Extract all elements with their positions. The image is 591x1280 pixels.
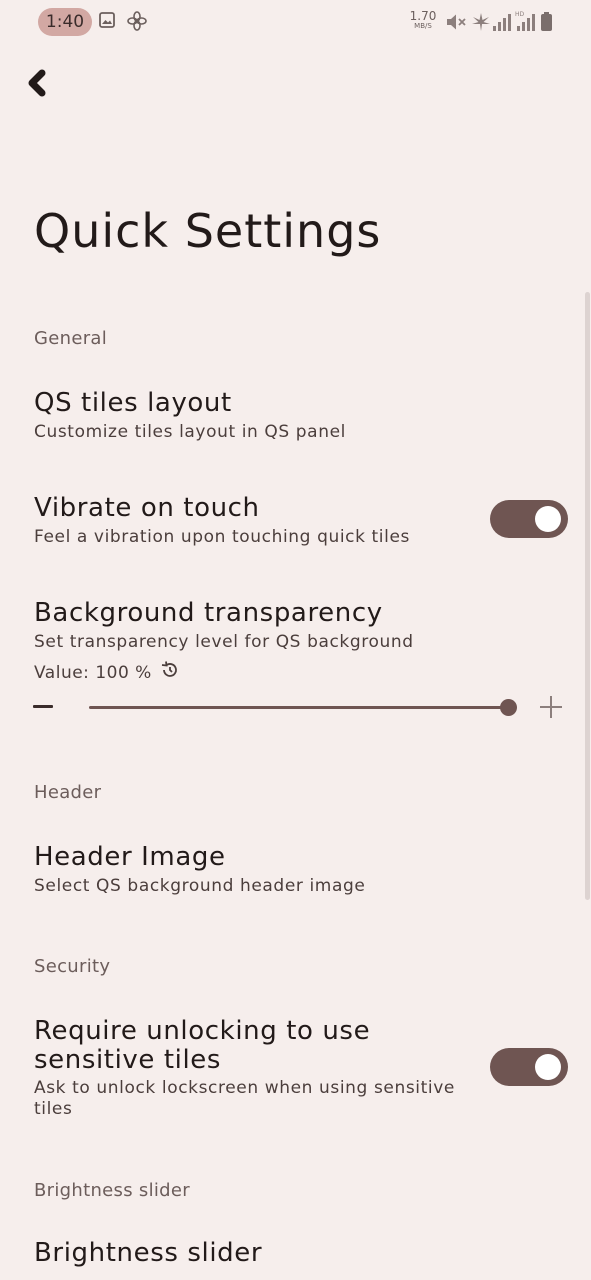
pref-title-line1: Require unlocking to use [34, 1016, 371, 1046]
transparency-slider-track[interactable] [89, 706, 509, 709]
toggle-thumb [535, 1054, 561, 1080]
pref-brightness-slider[interactable]: Brightness slider [0, 1234, 591, 1280]
signal-hd-icon: HD [515, 10, 535, 35]
pref-title: Background transparency [34, 598, 383, 628]
pref-require-unlock[interactable]: Require unlocking to use sensitive tiles… [0, 1011, 591, 1131]
pref-title: QS tiles layout [34, 388, 232, 418]
section-security: Security [34, 956, 111, 977]
pref-vibrate-on-touch[interactable]: Vibrate on touch Feel a vibration upon t… [0, 487, 591, 567]
restore-icon[interactable] [160, 660, 180, 685]
status-bar: 1:40 1.70 MB/S HD [0, 0, 591, 44]
toggle-thumb [535, 506, 561, 532]
section-header: Header [34, 782, 102, 803]
pref-summary: Set transparency level for QS background [34, 632, 414, 652]
transparency-value-row: Value: 100 % [34, 660, 180, 685]
svg-text:HD: HD [515, 11, 525, 18]
page-title: Quick Settings [34, 204, 382, 258]
network-speed: 1.70 MB/S [408, 10, 438, 30]
pref-title: Vibrate on touch [34, 493, 260, 523]
signal-icon [493, 13, 511, 35]
back-button[interactable] [22, 64, 62, 104]
fan-icon [127, 11, 147, 35]
image-icon [99, 12, 115, 32]
hotspot-icon [471, 12, 491, 36]
section-general: General [34, 328, 108, 349]
pref-summary-line2: tiles [34, 1099, 73, 1119]
pref-background-transparency: Background transparency Set transparency… [0, 592, 591, 652]
vibrate-toggle[interactable] [490, 500, 568, 538]
pref-summary: Customize tiles layout in QS panel [34, 422, 346, 442]
pref-title: Brightness slider [34, 1238, 263, 1268]
network-speed-value: 1.70 [409, 9, 437, 23]
pref-title: Header Image [34, 842, 226, 872]
pref-title-line2: sensitive tiles [34, 1045, 222, 1075]
chevron-left-icon [22, 69, 62, 108]
section-brightness: Brightness slider [34, 1180, 190, 1201]
status-time: 1:40 [38, 8, 92, 36]
pref-header-image[interactable]: Header Image Select QS background header… [0, 836, 591, 916]
mute-icon [446, 13, 466, 35]
increase-button[interactable] [540, 696, 562, 718]
pref-summary-line1: Ask to unlock lockscreen when using sens… [34, 1078, 455, 1098]
pref-qs-tiles-layout[interactable]: QS tiles layout Customize tiles layout i… [0, 382, 591, 462]
battery-icon [541, 12, 552, 35]
network-speed-unit: MB/S [414, 22, 432, 30]
pref-summary: Feel a vibration upon touching quick til… [34, 527, 410, 547]
decrease-button[interactable] [33, 705, 53, 708]
transparency-slider-thumb[interactable] [500, 699, 517, 716]
transparency-value-label: Value: 100 % [34, 662, 152, 683]
pref-summary: Select QS background header image [34, 876, 366, 896]
require-unlock-toggle[interactable] [490, 1048, 568, 1086]
